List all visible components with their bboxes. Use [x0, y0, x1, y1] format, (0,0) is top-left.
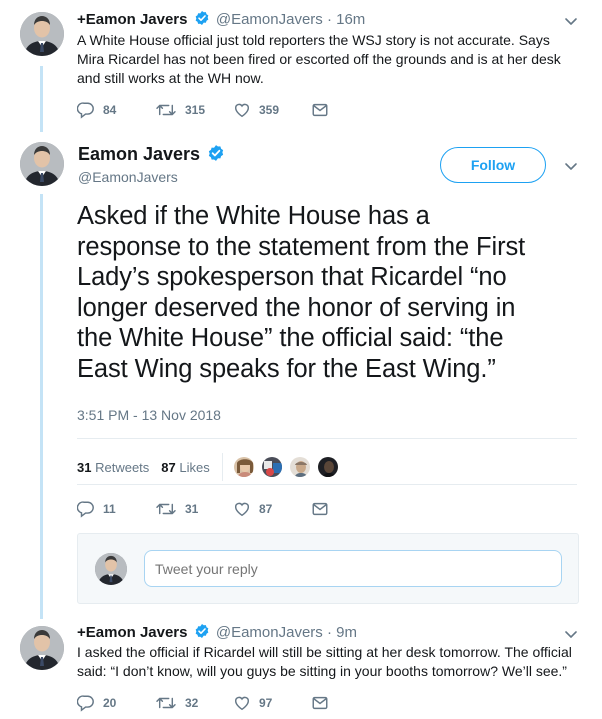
- author-name[interactable]: Eamon Javers: [86, 624, 188, 641]
- retweet-count: 31: [185, 502, 199, 516]
- tweet-text-line: I asked the official if Ricardel will st…: [77, 644, 572, 660]
- tweet-text: I asked the official if Ricardel will st…: [77, 643, 587, 681]
- tweet-text-line: A White House official just told reporte…: [77, 32, 550, 48]
- like-count: 359: [259, 103, 280, 117]
- liker-avatar[interactable]: [288, 456, 311, 478]
- author-handle[interactable]: @EamonJavers: [216, 624, 323, 641]
- tweet-text-line: Lady’s spokesperson that Ricardel “no: [77, 263, 507, 291]
- tweet-actions: 20 32 97: [77, 694, 389, 712]
- tweet-text-line: and still works at the WH now.: [77, 70, 264, 86]
- retweet-button[interactable]: 31: [155, 500, 233, 518]
- retweets-stat[interactable]: 31 Retweets: [77, 460, 149, 475]
- tweet-stats: 31 Retweets 87 Likes: [77, 453, 345, 481]
- like-count: 87: [259, 502, 273, 516]
- envelope-icon: [311, 500, 329, 518]
- dm-button[interactable]: [311, 500, 389, 518]
- thread-line: [40, 66, 43, 132]
- dm-button[interactable]: [311, 101, 389, 119]
- envelope-icon: [311, 694, 329, 712]
- reply-count: 20: [103, 696, 117, 710]
- reply-icon: [77, 500, 95, 518]
- liker-avatars: [232, 456, 345, 478]
- plus-sign: +: [77, 11, 86, 28]
- tweet-separator: ·: [326, 624, 332, 641]
- tweet-time[interactable]: 16m: [336, 11, 365, 28]
- retweet-icon: [155, 500, 177, 518]
- reply-button[interactable]: 84: [77, 101, 155, 119]
- tweet-separator: ·: [326, 11, 332, 28]
- reply-button[interactable]: 11: [77, 500, 155, 518]
- like-button[interactable]: 97: [233, 694, 311, 712]
- liker-avatar[interactable]: [260, 456, 283, 478]
- divider: [77, 438, 577, 439]
- tweet-text-line: East Wing speaks for the East Wing.”: [77, 354, 496, 383]
- author-handle[interactable]: @EamonJavers: [216, 11, 323, 28]
- retweet-count: 315: [185, 103, 206, 117]
- chevron-down-icon[interactable]: [563, 626, 579, 642]
- retweets-label: Retweets: [95, 459, 150, 475]
- reply-composer: [77, 533, 579, 604]
- like-button[interactable]: 87: [233, 500, 311, 518]
- dm-button[interactable]: [311, 694, 389, 712]
- liker-avatar[interactable]: [316, 456, 339, 478]
- tweet-text-line: said: “I don’t know, will you guys be si…: [77, 663, 567, 679]
- author-name[interactable]: Eamon Javers: [78, 144, 227, 165]
- retweet-button[interactable]: 32: [155, 694, 233, 712]
- author-handle[interactable]: @EamonJavers: [78, 169, 178, 185]
- avatar[interactable]: [20, 626, 64, 670]
- thread-line: [40, 194, 43, 619]
- reply-icon: [77, 694, 95, 712]
- tweet-header: +Eamon Javers @EamonJavers · 9m: [77, 623, 357, 641]
- reply-button[interactable]: 20: [77, 694, 155, 712]
- tweet-header: +Eamon Javers @EamonJavers · 16m: [77, 10, 365, 28]
- avatar[interactable]: [20, 142, 64, 186]
- verified-icon: [194, 10, 210, 26]
- liker-avatar[interactable]: [232, 456, 255, 478]
- heart-icon: [233, 101, 251, 119]
- likes-stat[interactable]: 87 Likes: [161, 460, 209, 475]
- retweet-icon: [155, 694, 177, 712]
- envelope-icon: [311, 101, 329, 119]
- likes-label: Likes: [179, 459, 210, 475]
- tweet-text-line: longer deserved the honor of serving in: [77, 293, 516, 322]
- reply-count: 84: [103, 103, 117, 117]
- verified-icon: [194, 623, 210, 639]
- retweet-count: 32: [185, 696, 199, 710]
- plus-sign: +: [77, 624, 86, 641]
- tweet-text-line: Asked if the White House has a: [77, 202, 430, 230]
- author-name-text: Eamon Javers: [78, 144, 201, 164]
- author-name[interactable]: Eamon Javers: [86, 11, 188, 28]
- like-count: 97: [259, 696, 273, 710]
- tweet-actions: 11 31 87: [77, 500, 389, 518]
- like-total: 87: [161, 459, 176, 475]
- retweet-total: 31: [77, 459, 92, 475]
- tweet-timestamp[interactable]: 3:51 PM - 13 Nov 2018: [77, 407, 221, 423]
- tweet-text: A White House official just told reporte…: [77, 31, 582, 88]
- verified-icon: [207, 144, 225, 162]
- like-button[interactable]: 359: [233, 101, 311, 119]
- main-tweet-text: Asked if the White House has a response …: [77, 201, 577, 384]
- user-avatar[interactable]: [95, 553, 127, 585]
- chevron-down-icon[interactable]: [563, 158, 579, 174]
- tweet-text-line: the White House” the official said: “the: [77, 324, 504, 352]
- avatar[interactable]: [20, 12, 64, 56]
- reply-input[interactable]: [144, 550, 562, 587]
- chevron-down-icon[interactable]: [563, 13, 579, 29]
- retweet-icon: [155, 101, 177, 119]
- heart-icon: [233, 500, 251, 518]
- reply-count: 11: [103, 502, 116, 516]
- tweet-actions: 84 315 359: [77, 101, 389, 119]
- divider: [77, 484, 577, 485]
- retweet-button[interactable]: 315: [155, 101, 233, 119]
- tweet-text-line: response to the statement from the First: [77, 232, 526, 261]
- heart-icon: [233, 694, 251, 712]
- follow-button[interactable]: Follow: [440, 147, 546, 183]
- tweet-text-line: Mira Ricardel has not been fired or esco…: [77, 51, 561, 67]
- reply-icon: [77, 101, 95, 119]
- tweet-time[interactable]: 9m: [336, 624, 357, 641]
